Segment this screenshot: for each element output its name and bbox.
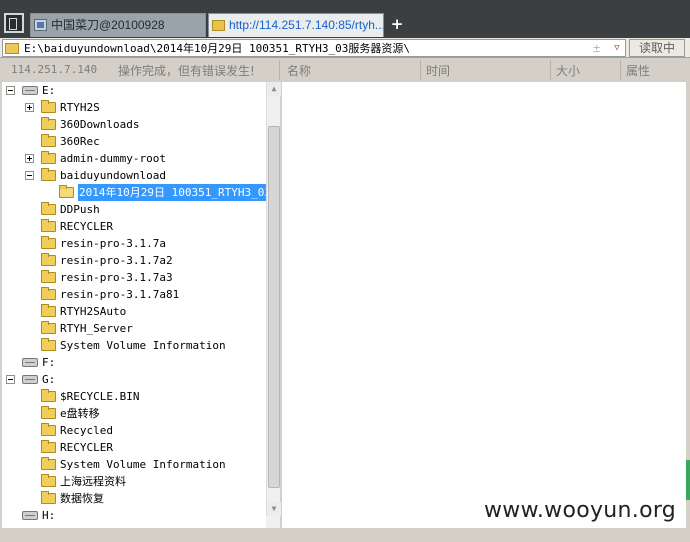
tab-label: http://114.251.7.140:85/rtyh... <box>229 18 384 32</box>
tree-label: RTYH2SAuto <box>60 305 127 318</box>
folder-icon <box>41 457 56 470</box>
column-divider[interactable] <box>420 60 421 80</box>
edge-decoration <box>686 460 690 500</box>
column-divider[interactable] <box>620 60 621 80</box>
tree-label: G: <box>42 373 56 386</box>
folder-icon <box>41 474 56 487</box>
tree-label: admin-dummy-root <box>60 152 166 165</box>
tree-label: baiduyundownload <box>60 169 166 182</box>
folder-icon <box>41 440 56 453</box>
folder-icon <box>41 253 56 266</box>
tree-label: RECYCLER <box>60 441 113 454</box>
read-button[interactable]: 读取中 <box>629 39 685 57</box>
scrollbar-thumb[interactable] <box>268 126 280 488</box>
drive-icon <box>22 358 38 367</box>
folder-icon <box>41 151 56 164</box>
tree-label: RECYCLER <box>60 220 113 233</box>
folder-icon <box>41 168 56 181</box>
folder-icon <box>41 219 56 232</box>
drive-icon <box>22 511 38 520</box>
folder-icon <box>212 20 225 31</box>
column-header-name[interactable]: 名称 <box>287 62 311 79</box>
column-divider <box>279 60 280 80</box>
path-input[interactable]: E:\baiduyundownload\2014年10月29日 100351_R… <box>2 39 626 57</box>
tab-file-manager[interactable]: http://114.251.7.140:85/rtyh... <box>208 13 384 37</box>
scroll-down-icon[interactable]: ▼ <box>267 502 281 516</box>
tree-label: RTYH2S <box>60 101 100 114</box>
scroll-corner <box>266 516 280 528</box>
tree-label: resin-pro-3.1.7a81 <box>60 288 180 301</box>
window-menu-button[interactable] <box>4 13 24 33</box>
status-message: 操作完成，但有错误发生! <box>118 64 255 78</box>
scroll-up-icon[interactable]: ▲ <box>267 82 281 96</box>
tree-label: 360Downloads <box>60 118 140 131</box>
tree-label: Recycled <box>60 424 113 437</box>
folder-icon <box>41 321 56 334</box>
tree-label: resin-pro-3.1.7a3 <box>60 271 173 284</box>
tree-label: RTYH_Server <box>60 322 133 335</box>
tree-label: H: <box>42 509 56 522</box>
tab-bar: 中国菜刀@20100928 http://114.251.7.140:85/rt… <box>0 0 690 38</box>
folder-icon <box>41 134 56 147</box>
address-bar: E:\baiduyundownload\2014年10月29日 100351_R… <box>0 38 690 58</box>
drive-icon <box>22 86 38 95</box>
expand-icon[interactable] <box>25 154 34 163</box>
tab-label: 中国菜刀@20100928 <box>51 18 165 32</box>
tree-label: resin-pro-3.1.7a <box>60 237 166 250</box>
status-row: 114.251.7.140 操作完成，但有错误发生! 名称 时间 大小 属性 <box>0 58 690 82</box>
column-header-attributes[interactable]: 属性 <box>626 62 650 79</box>
new-tab-button[interactable]: + <box>390 15 404 33</box>
tree-label: F: <box>42 356 56 369</box>
server-ip: 114.251.7.140 <box>11 63 98 76</box>
tree-scrollbar[interactable]: ▲ ▼ <box>266 82 281 516</box>
path-text: E:\baiduyundownload\2014年10月29日 100351_R… <box>24 42 411 55</box>
folder-icon <box>41 117 56 130</box>
tree-label: 2014年10月29日 100351_RTYH3_03服 <box>78 184 266 201</box>
tree-label: e盘转移 <box>60 407 100 420</box>
tree-label: 数据恢复 <box>60 492 104 505</box>
expand-icon[interactable] <box>25 103 34 112</box>
folder-icon <box>41 304 56 317</box>
tab-caidao[interactable]: 中国菜刀@20100928 <box>30 13 206 37</box>
watermark: www.wooyun.org <box>484 498 677 523</box>
folder-icon <box>41 202 56 215</box>
folder-icon <box>41 406 56 419</box>
tree-label: resin-pro-3.1.7a2 <box>60 254 173 267</box>
tree-label: 360Rec <box>60 135 100 148</box>
folder-open-icon <box>59 185 74 198</box>
column-header-size[interactable]: 大小 <box>556 62 580 79</box>
tree-label: E: <box>42 84 56 97</box>
file-list[interactable] <box>282 82 686 528</box>
chevron-down-icon[interactable]: ▽ <box>610 40 624 56</box>
column-header-time[interactable]: 时间 <box>426 62 450 79</box>
folder-icon <box>41 287 56 300</box>
directory-tree[interactable]: E: RTYH2S 360Downloads 360Rec admin-dumm… <box>2 82 266 528</box>
folder-icon <box>41 338 56 351</box>
folder-icon <box>41 389 56 402</box>
folder-icon <box>41 270 56 283</box>
collapse-icon[interactable] <box>6 375 15 384</box>
collapse-icon[interactable] <box>25 171 34 180</box>
tree-label: System Volume Information <box>60 339 226 352</box>
column-divider[interactable] <box>550 60 551 80</box>
plus-minus-icon[interactable]: ± <box>593 40 600 56</box>
folder-icon <box>5 43 19 54</box>
folder-icon <box>41 236 56 249</box>
tree-label: System Volume Information <box>60 458 226 471</box>
folder-icon <box>41 100 56 113</box>
tree-label: 上海远程资料 <box>60 475 126 488</box>
tree-label: $RECYCLE.BIN <box>60 390 140 403</box>
drive-icon <box>22 375 38 384</box>
folder-icon <box>41 491 56 504</box>
collapse-icon[interactable] <box>6 86 15 95</box>
folder-icon <box>41 423 56 436</box>
tree-label: DDPush <box>60 203 100 216</box>
app-window-icon <box>34 19 47 31</box>
bottom-status-bar <box>0 528 690 542</box>
